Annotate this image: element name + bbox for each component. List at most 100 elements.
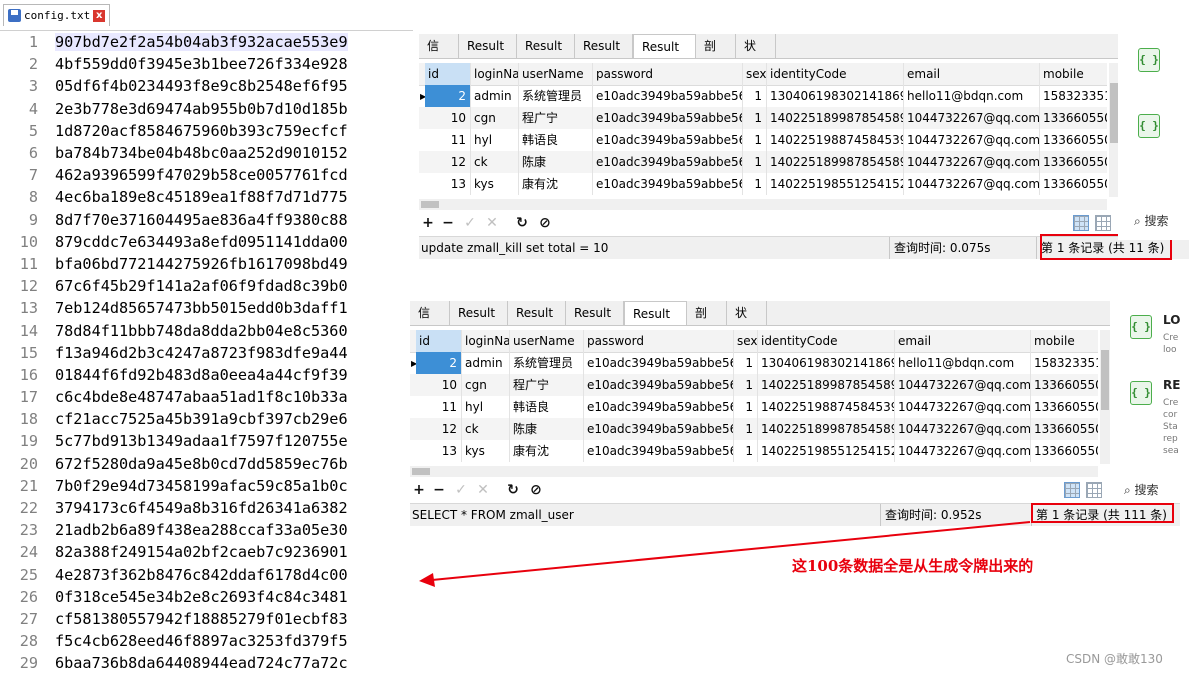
delete-row-icon[interactable]: − (439, 212, 457, 234)
column-header-userName[interactable]: userName (510, 330, 584, 352)
cell-email[interactable]: hello11@bdqn.com (895, 352, 1031, 374)
cell-identityCode[interactable]: 140225198551254152 (758, 440, 895, 462)
cell-email[interactable]: hello11@bdqn.com (904, 85, 1040, 107)
stop-icon[interactable]: ⊘ (536, 212, 554, 234)
cell-loginName[interactable]: hyl (462, 396, 510, 418)
cell-mobile[interactable]: 13366055011 (1031, 374, 1098, 396)
cell-email[interactable]: 1044732267@qq.com (904, 151, 1040, 173)
result-grid[interactable]: idloginNameuserNamepasswordsexidentityCo… (419, 63, 1107, 197)
column-header-id[interactable]: id (416, 330, 462, 352)
table-row[interactable]: 12 ck 陈康 e10adc3949ba59abbe56e 1 140225189987… (410, 418, 1098, 440)
cell-mobile[interactable]: 13366055011 (1040, 151, 1107, 173)
cell-mobile[interactable]: 15832335123 (1040, 85, 1107, 107)
refresh-icon[interactable]: ↻ (504, 479, 522, 501)
column-header-password[interactable]: password (584, 330, 734, 352)
cell-userName[interactable]: 系统管理员 (519, 85, 593, 107)
json-snippet-icon[interactable]: { } (1138, 114, 1160, 138)
cell-password[interactable]: e10adc3949ba59abbe56e (584, 374, 734, 396)
column-header-id[interactable]: id (425, 63, 471, 85)
cell-password[interactable]: e10adc3949ba59abbe56e (593, 85, 743, 107)
tab-status[interactable]: 状态 (736, 34, 776, 77)
column-header-mobile[interactable]: mobile (1040, 63, 1107, 85)
cell-sex[interactable]: 1 (743, 85, 767, 107)
apply-icon[interactable]: ✓ (461, 212, 479, 234)
grid-view-icon[interactable] (1064, 482, 1080, 498)
refresh-icon[interactable]: ↻ (513, 212, 531, 234)
tab-result-4[interactable]: Result 4 (624, 301, 687, 345)
cell-sex[interactable]: 1 (743, 151, 767, 173)
tab-info[interactable]: 信息 (419, 34, 459, 77)
form-view-icon[interactable] (1086, 482, 1102, 498)
cell-identityCode[interactable]: 140225189987854589 (767, 151, 904, 173)
tab-result-3[interactable]: Result 3 (575, 34, 633, 77)
cell-loginName[interactable]: cgn (462, 374, 510, 396)
horizontal-scrollbar[interactable] (419, 199, 1107, 210)
tab-result-1[interactable]: Result 1 (450, 301, 508, 344)
table-row[interactable]: 11 hyl 韩语良 e10adc3949ba59abbe56e 1 1402251988… (410, 396, 1098, 418)
table-row[interactable]: 10 cgn 程广宁 e10adc3949ba59abbe56e 1 1402251899… (419, 107, 1107, 129)
cell-userName[interactable]: 韩语良 (510, 396, 584, 418)
vertical-scrollbar[interactable] (1100, 330, 1110, 464)
cell-sex[interactable]: 1 (734, 440, 758, 462)
tab-result-2[interactable]: Result 2 (517, 34, 575, 77)
json-snippet-icon[interactable]: { } (1130, 315, 1152, 339)
file-tab[interactable]: config.txt x (3, 4, 111, 26)
tab-result-1[interactable]: Result 1 (459, 34, 517, 77)
cell-userName[interactable]: 陈康 (510, 418, 584, 440)
cell-loginName[interactable]: kys (462, 440, 510, 462)
cell-userName[interactable]: 康有沈 (510, 440, 584, 462)
cell-userName[interactable]: 系统管理员 (510, 352, 584, 374)
cell-sex[interactable]: 1 (734, 418, 758, 440)
cell-password[interactable]: e10adc3949ba59abbe56e (593, 129, 743, 151)
discard-icon[interactable]: ✕ (474, 479, 492, 501)
cell-loginName[interactable]: admin (462, 352, 510, 374)
add-row-icon[interactable]: + (419, 212, 437, 234)
tab-result-3[interactable]: Result 3 (566, 301, 624, 344)
column-header-identityCode[interactable]: identityCode (758, 330, 895, 352)
result-grid[interactable]: idloginNameuserNamepasswordsexidentityCo… (410, 330, 1098, 464)
cell-id[interactable]: 2 (416, 352, 462, 374)
cell-sex[interactable]: 1 (743, 173, 767, 195)
search-icon[interactable]: ⌕ 搜索 (1124, 481, 1159, 498)
tab-profile[interactable]: 剖析 (696, 34, 736, 77)
cell-userName[interactable]: 韩语良 (519, 129, 593, 151)
horizontal-scrollbar[interactable] (410, 466, 1098, 477)
column-header-sex[interactable]: sex (734, 330, 758, 352)
cell-email[interactable]: 1044732267@qq.com (904, 173, 1040, 195)
cell-password[interactable]: e10adc3949ba59abbe56e (584, 352, 734, 374)
cell-email[interactable]: 1044732267@qq.com (904, 107, 1040, 129)
cell-password[interactable]: e10adc3949ba59abbe56e (584, 440, 734, 462)
table-row[interactable]: ▶ 2 admin 系统管理员 e10adc3949ba59abbe56e 1 130406… (419, 85, 1107, 107)
json-snippet-icon[interactable]: { } (1138, 48, 1160, 72)
cell-sex[interactable]: 1 (734, 374, 758, 396)
cell-password[interactable]: e10adc3949ba59abbe56e (584, 418, 734, 440)
cell-id[interactable]: 10 (425, 107, 471, 129)
cell-userName[interactable]: 程广宁 (510, 374, 584, 396)
tab-result-2[interactable]: Result 2 (508, 301, 566, 344)
cell-loginName[interactable]: admin (471, 85, 519, 107)
table-row[interactable]: 11 hyl 韩语良 e10adc3949ba59abbe56e 1 1402251988… (419, 129, 1107, 151)
cell-mobile[interactable]: 13366055011 (1040, 173, 1107, 195)
cell-identityCode[interactable]: 140225198551254152 (767, 173, 904, 195)
cell-mobile[interactable]: 15832335123 (1031, 352, 1098, 374)
cell-sex[interactable]: 1 (743, 107, 767, 129)
grid-view-icon[interactable] (1073, 215, 1089, 231)
cell-password[interactable]: e10adc3949ba59abbe56e (584, 396, 734, 418)
cell-userName[interactable]: 陈康 (519, 151, 593, 173)
form-view-icon[interactable] (1095, 215, 1111, 231)
cell-mobile[interactable]: 13366055011 (1040, 107, 1107, 129)
cell-id[interactable]: 12 (416, 418, 462, 440)
column-header-password[interactable]: password (593, 63, 743, 85)
cell-sex[interactable]: 1 (743, 129, 767, 151)
close-tab-icon[interactable]: x (93, 9, 106, 22)
cell-loginName[interactable]: ck (471, 151, 519, 173)
cell-password[interactable]: e10adc3949ba59abbe56e (593, 173, 743, 195)
cell-mobile[interactable]: 13366055011 (1031, 440, 1098, 462)
tab-result-4[interactable]: Result 4 (633, 34, 696, 78)
stop-icon[interactable]: ⊘ (527, 479, 545, 501)
cell-email[interactable]: 1044732267@qq.com (904, 129, 1040, 151)
cell-identityCode[interactable]: 140225189987854589 (758, 374, 895, 396)
discard-icon[interactable]: ✕ (483, 212, 501, 234)
column-header-sex[interactable]: sex (743, 63, 767, 85)
cell-id[interactable]: 12 (425, 151, 471, 173)
